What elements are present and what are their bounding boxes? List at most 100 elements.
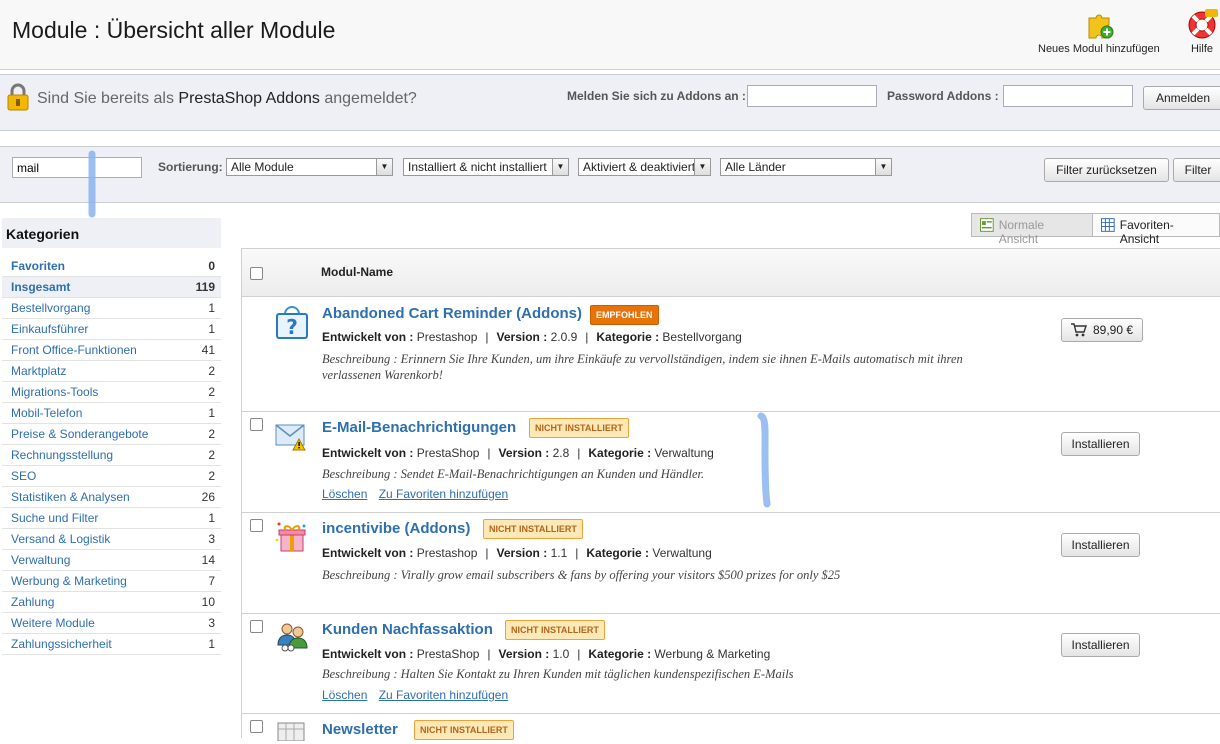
sidebar-item[interactable]: Favoriten 0 [2, 256, 221, 277]
sidebar-item[interactable]: Versand & Logistik 3 [2, 529, 221, 550]
module-meta: Entwickelt von : Prestashop | Version : 1.… [322, 546, 712, 560]
addons-password-label: Password Addons : [887, 89, 999, 103]
normal-view-button[interactable]: Normale Ansicht [972, 214, 1094, 246]
add-module-button[interactable]: Neues Modul hinzufügen [1038, 8, 1160, 55]
filter-bar: Sortierung: Alle Module ▼ Installiert & … [0, 146, 1220, 203]
addons-password-input[interactable] [1003, 85, 1133, 107]
addons-login-input[interactable] [747, 85, 877, 107]
sidebar-item-label: Statistiken & Analysen [11, 490, 130, 504]
sidebar-item-count: 7 [208, 574, 215, 588]
sidebar-item-label: Zahlungssicherheit [11, 637, 112, 651]
help-label: Hilfe [1190, 43, 1213, 55]
sidebar-item-label: Rechnungsstellung [11, 448, 114, 462]
sidebar-item[interactable]: Statistiken & Analysen 26 [2, 487, 221, 508]
cart-icon [1070, 323, 1087, 337]
sidebar-item-count: 1 [208, 301, 215, 315]
table-row: E-Mail-Benachrichtigungen NICHT INSTALLI… [242, 412, 1220, 513]
installed-filter-select[interactable]: Installiert & nicht installiert ▼ [403, 158, 569, 176]
recommended-badge: EMPFOHLEN [590, 305, 659, 325]
gift-icon [275, 522, 306, 552]
module-name[interactable]: Newsletter [322, 721, 398, 738]
install-button[interactable]: Installieren [1061, 533, 1140, 557]
sidebar-item[interactable]: Weitere Module 3 [2, 613, 221, 634]
chevron-down-icon: ▼ [875, 159, 891, 175]
sidebar-item-count: 1 [208, 637, 215, 651]
row-checkbox[interactable] [250, 720, 263, 733]
lock-icon [7, 83, 29, 111]
sidebar-item[interactable]: Einkaufsführer 1 [2, 319, 221, 340]
email-warning-icon [275, 424, 306, 451]
customers-icon [277, 623, 308, 652]
install-button[interactable]: Installieren [1061, 633, 1140, 657]
sidebar-item[interactable]: SEO 2 [2, 466, 221, 487]
module-name[interactable]: incentivibe (Addons) [322, 520, 470, 537]
sidebar-item[interactable]: Verwaltung 14 [2, 550, 221, 571]
sidebar-item-count: 3 [208, 532, 215, 546]
module-description: Beschreibung : Sendet E-Mail-Benachricht… [322, 467, 705, 481]
reset-filter-button[interactable]: Filter zurücksetzen [1044, 158, 1169, 182]
sidebar-item-count: 1 [208, 406, 215, 420]
sidebar-item-count: 1 [208, 322, 215, 336]
sidebar-item-label: Marktplatz [11, 364, 67, 378]
not-installed-badge: NICHT INSTALLIERT [505, 620, 605, 640]
sidebar-item[interactable]: Migrations-Tools 2 [2, 382, 221, 403]
lifebuoy-icon [1188, 9, 1218, 39]
delete-link[interactable]: Löschen [322, 487, 367, 501]
sidebar-item-label: Versand & Logistik [11, 532, 111, 546]
sidebar-item[interactable]: Werbung & Marketing 7 [2, 571, 221, 592]
add-favorite-link[interactable]: Zu Favoriten hinzufügen [379, 688, 508, 702]
install-button[interactable]: Installieren [1061, 432, 1140, 456]
active-filter-select[interactable]: Aktiviert & deaktiviert ▼ [578, 158, 711, 176]
sidebar-item-label: Suche und Filter [11, 511, 99, 525]
module-name[interactable]: E-Mail-Benachrichtigungen [322, 419, 516, 436]
row-checkbox[interactable] [250, 620, 263, 633]
help-button[interactable]: Hilfe [1186, 8, 1218, 55]
sidebar-item-count: 3 [208, 616, 215, 630]
module-search-input[interactable] [12, 157, 142, 178]
sidebar-item[interactable]: Preise & Sonderangebote 2 [2, 424, 221, 445]
module-name[interactable]: Abandoned Cart Reminder (Addons) [322, 305, 582, 322]
sort-label: Sortierung: [158, 160, 223, 174]
chevron-down-icon: ▼ [376, 159, 392, 175]
not-installed-badge: NICHT INSTALLIERT [414, 720, 514, 740]
sidebar-item-label: Weitere Module [11, 616, 95, 630]
row-checkbox[interactable] [250, 519, 263, 532]
module-type-select[interactable]: Alle Module ▼ [226, 158, 393, 176]
sidebar-item[interactable]: Front Office-Funktionen 41 [2, 340, 221, 361]
module-description: Beschreibung : Erinnern Sie Ihre Kunden,… [322, 352, 963, 382]
delete-link[interactable]: Löschen [322, 688, 367, 702]
favorites-view-button[interactable]: Favoriten-Ansicht [1093, 214, 1219, 246]
sidebar-item-label: Bestellvorgang [11, 301, 91, 315]
select-all-checkbox[interactable] [250, 267, 263, 280]
table-row: ? Abandoned Cart Reminder (Addons) EMPFO… [242, 297, 1220, 412]
country-filter-select[interactable]: Alle Länder ▼ [720, 158, 892, 176]
not-installed-badge: NICHT INSTALLIERT [529, 418, 629, 438]
sidebar-item[interactable]: Bestellvorgang 1 [2, 298, 221, 319]
sidebar-item-count: 10 [201, 595, 215, 609]
sidebar-item-count: 2 [208, 469, 215, 483]
addons-login-button[interactable]: Anmelden [1143, 86, 1220, 110]
add-favorite-link[interactable]: Zu Favoriten hinzufügen [379, 487, 508, 501]
view-toggle: Normale Ansicht Favoriten-Ansicht [971, 213, 1220, 246]
sidebar-item[interactable]: Rechnungsstellung 2 [2, 445, 221, 466]
module-links: Löschen Zu Favoriten hinzufügen [322, 487, 516, 501]
module-name[interactable]: Kunden Nachfassaktion [322, 621, 493, 638]
not-installed-badge: NICHT INSTALLIERT [483, 519, 583, 539]
sidebar-item[interactable]: Zahlungssicherheit 1 [2, 634, 221, 655]
sidebar-item[interactable]: Insgesamt 119 [2, 277, 221, 298]
buy-module-button[interactable]: 89,90 € [1061, 318, 1143, 342]
filter-button[interactable]: Filter [1173, 158, 1220, 182]
module-description: Beschreibung : Halten Sie Kontakt zu Ihr… [322, 667, 794, 681]
module-table: Modul-Name ? Abandoned Cart Reminder (Ad… [241, 248, 1220, 741]
sidebar-item[interactable]: Suche und Filter 1 [2, 508, 221, 529]
row-checkbox[interactable] [250, 418, 263, 431]
column-header-module-name: Modul-Name [321, 265, 393, 279]
sidebar-item[interactable]: Zahlung 10 [2, 592, 221, 613]
sidebar-item[interactable]: Mobil-Telefon 1 [2, 403, 221, 424]
sidebar-item[interactable]: Marktplatz 2 [2, 361, 221, 382]
annotation-mark [88, 150, 96, 218]
addons-login-bar: Sind Sie bereits als PrestaShop Addons a… [0, 74, 1220, 131]
table-row: Kunden Nachfassaktion NICHT INSTALLIERT … [242, 614, 1220, 714]
sidebar-item-label: Migrations-Tools [11, 385, 99, 399]
sidebar-item-count: 26 [201, 490, 215, 504]
